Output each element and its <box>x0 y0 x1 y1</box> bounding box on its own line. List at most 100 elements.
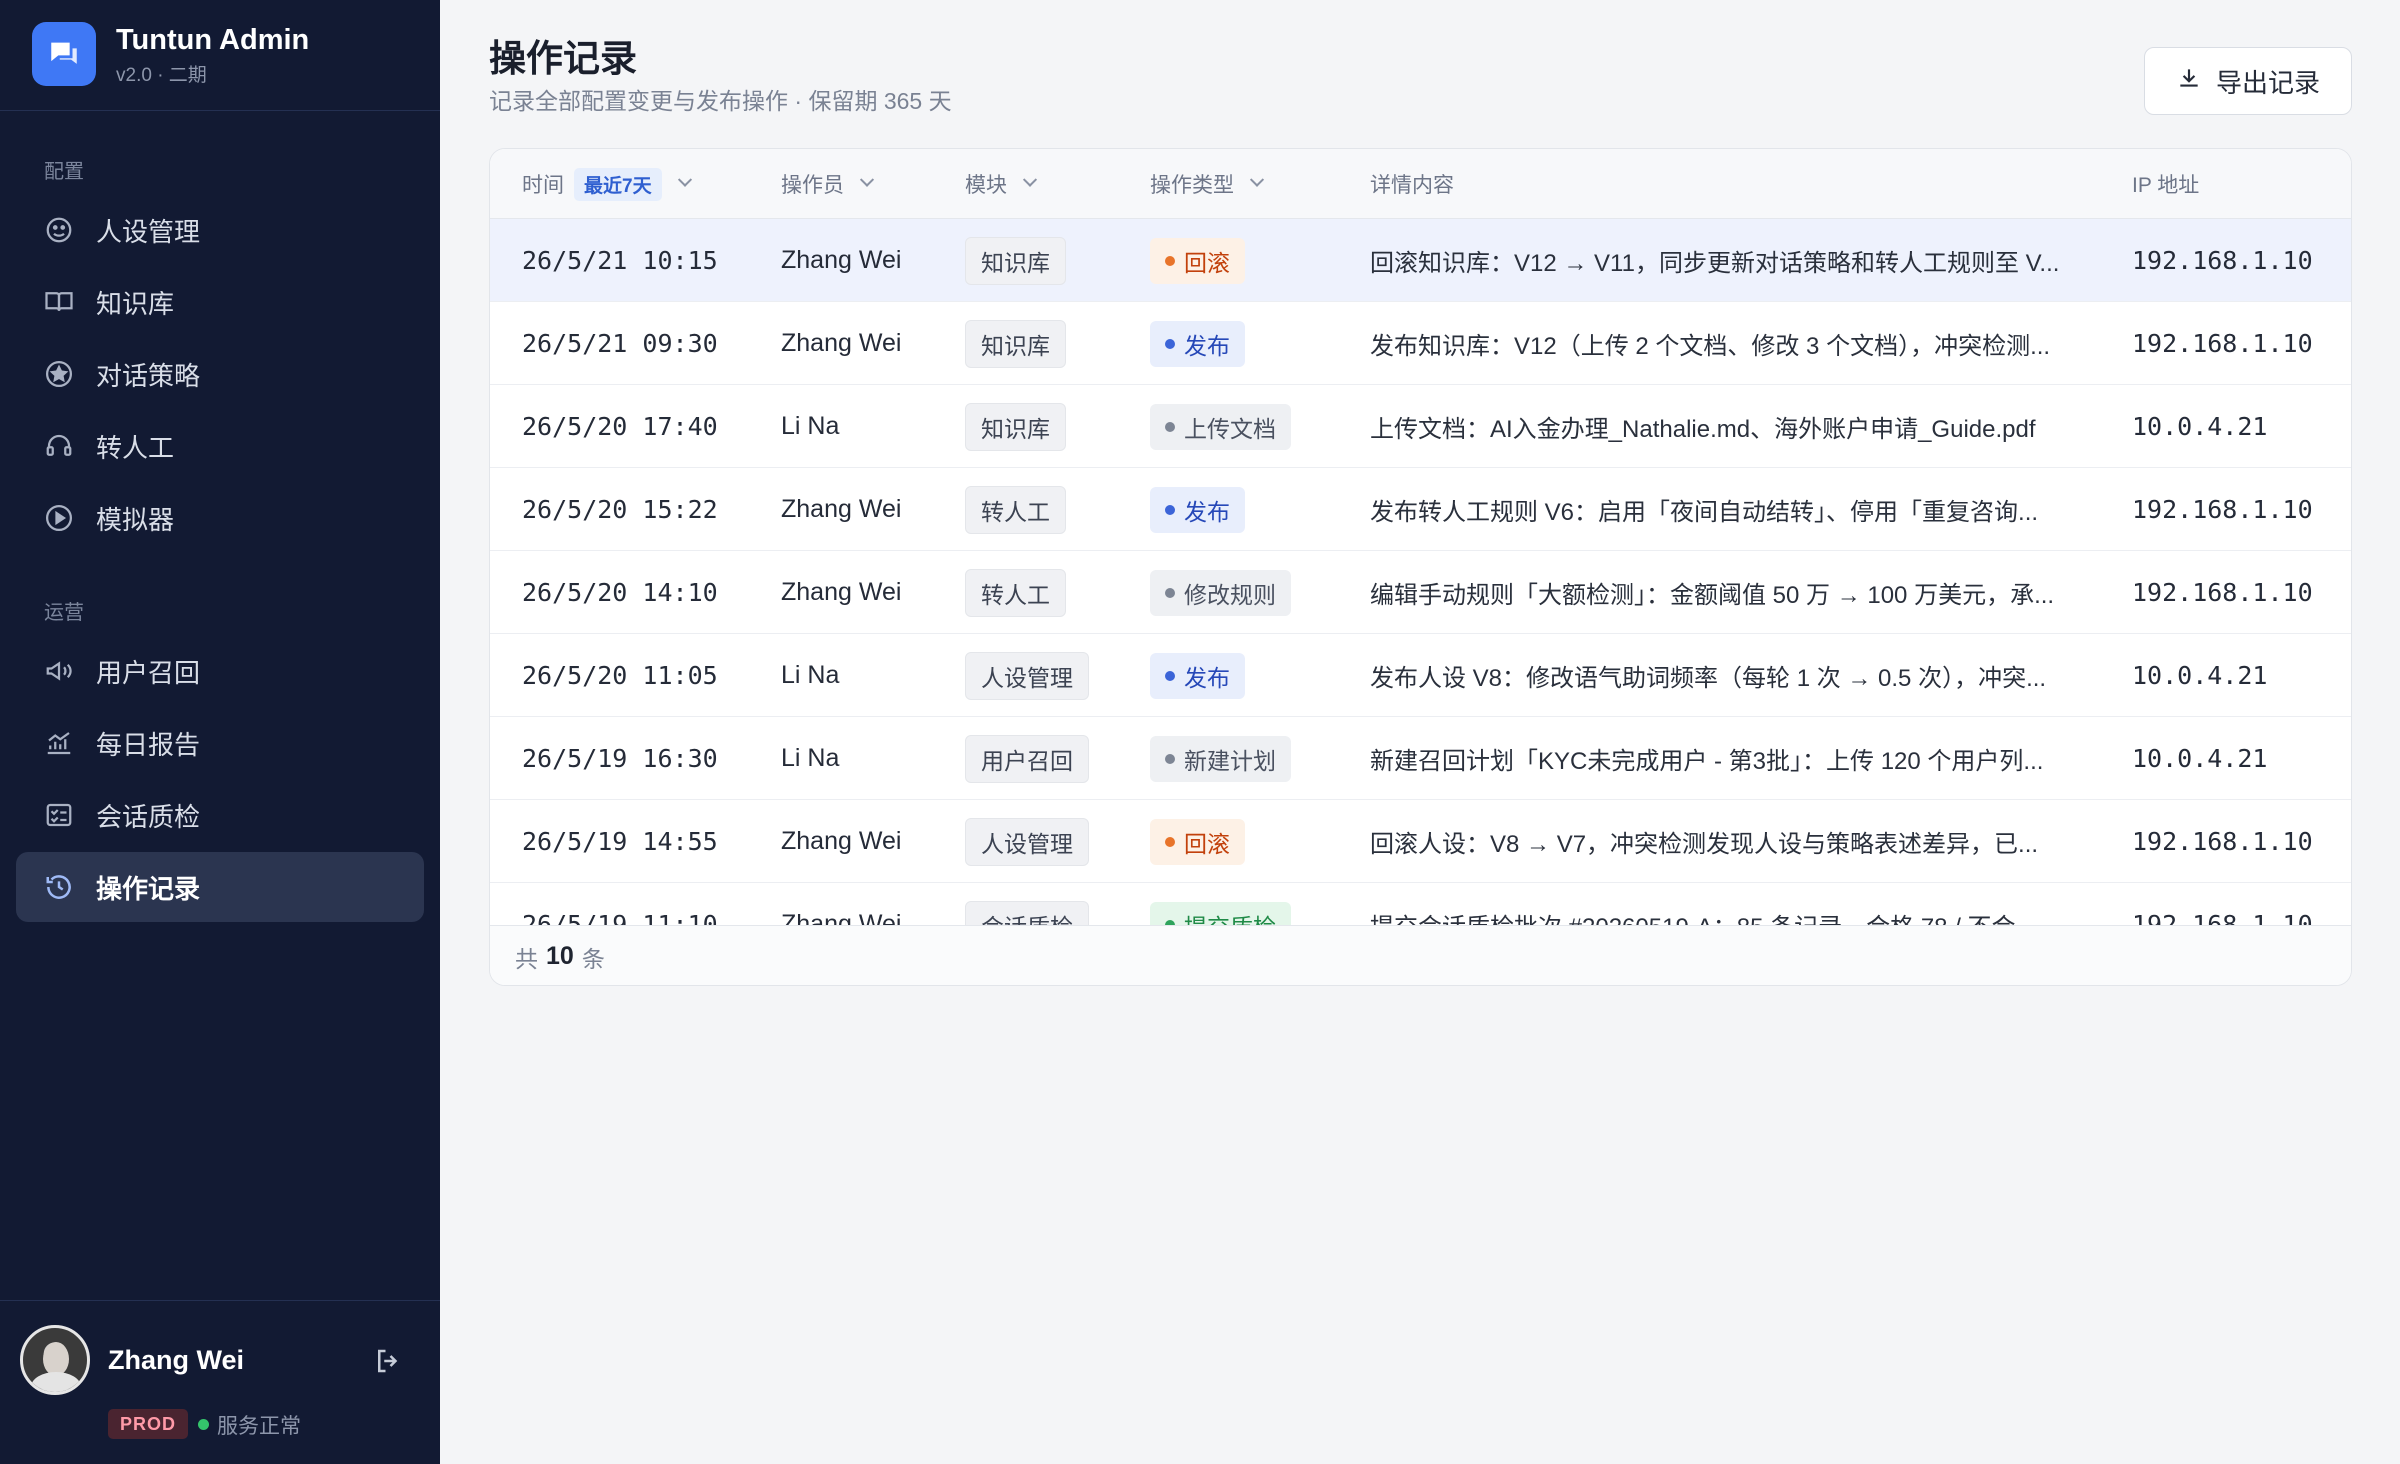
chevron-down-icon[interactable] <box>677 172 692 187</box>
sidebar-item-daily-report[interactable]: 每日报告 <box>16 708 424 778</box>
type-badge: 提交质检 <box>1150 901 1291 925</box>
cell-operator: Li Na <box>781 385 839 468</box>
cell-module: 知识库 <box>965 302 1066 385</box>
play-icon <box>42 501 76 535</box>
cell-module: 会话质检 <box>965 883 1089 925</box>
type-label: 回滚 <box>1184 830 1230 857</box>
sidebar-item-strategy[interactable]: 对话策略 <box>16 339 424 409</box>
cell-type: 提交质检 <box>1150 883 1291 925</box>
cell-time: 26/5/20 15:22 <box>522 468 718 551</box>
sidebar-item-recall[interactable]: 用户召回 <box>16 636 424 706</box>
star-icon <box>42 357 76 391</box>
module-chip: 会话质检 <box>965 900 1089 925</box>
cell-type: 新建计划 <box>1150 717 1291 800</box>
export-label: 导出记录 <box>2215 67 2320 98</box>
cell-detail-text: 编辑手动规则「大额检测」：金额阈值 50 万 → 100 万美元，承... <box>1370 582 2055 609</box>
cell-ip-text: 192.168.1.10 <box>2132 827 2313 856</box>
cell-type: 回滚 <box>1150 800 1245 883</box>
megaphone-icon <box>42 654 76 688</box>
cell-operator: Zhang Wei <box>781 883 901 925</box>
cell-detail-text: 提交会话质检批次 #20260519-A：85 条记录，合格 78 / 不合..… <box>1370 907 2090 925</box>
history-icon <box>42 870 76 904</box>
module-chip: 知识库 <box>965 402 1066 451</box>
type-badge: 修改规则 <box>1150 569 1291 616</box>
time-filter-chip[interactable]: 最近7天 <box>574 167 662 201</box>
table-row[interactable]: 26/5/20 11:05 Li Na 人设管理 发布 发布人设 V8：修改语气助词频率… <box>490 634 2351 717</box>
headset-icon <box>42 429 76 463</box>
cell-operator: Zhang Wei <box>781 800 901 883</box>
sidebar-item-persona[interactable]: 人设管理 <box>16 195 424 265</box>
footer-prefix: 共 <box>515 945 538 972</box>
table-header: 时间 最近7天 操作员 模块 操作类型 详情内容 IP 地址 <box>490 149 2351 219</box>
cell-operator: Zhang Wei <box>781 468 901 551</box>
type-label: 发布 <box>1184 498 1230 525</box>
cell-time: 26/5/19 14:55 <box>522 800 718 883</box>
cell-ip-text: 192.168.1.10 <box>2132 246 2313 275</box>
cell-detail: 回滚人设：V8 → V7，冲突检测发现人设与策略表述差异，已... <box>1370 800 2090 883</box>
type-label: 回滚 <box>1184 249 1230 276</box>
cell-time-text: 26/5/19 11:10 <box>522 910 718 925</box>
section-label-config: 配置 <box>44 161 84 183</box>
sidebar-item-handoff[interactable]: 转人工 <box>16 411 424 481</box>
cell-time: 26/5/20 17:40 <box>522 385 718 468</box>
cell-detail: 上传文档：AI入金办理_Nathalie.md、海外账户申请_Guide.pdf <box>1370 385 2090 468</box>
cell-detail: 新建召回计划「KYC未完成用户 - 第3批」：上传 120 个用户列... <box>1370 717 2090 800</box>
table-row[interactable]: 26/5/21 10:15 Zhang Wei 知识库 回滚 回滚知识库：V12 → V… <box>490 219 2351 302</box>
sidebar-item-label: 会话质检 <box>96 801 201 832</box>
sidebar-item-label: 转人工 <box>96 432 175 463</box>
status-dot-icon <box>1165 670 1175 681</box>
cell-module: 用户召回 <box>965 717 1089 800</box>
column-operator[interactable]: 操作员 <box>781 149 875 219</box>
table-row[interactable]: 26/5/20 15:22 Zhang Wei 转人工 发布 发布转人工规则 V6：启用… <box>490 468 2351 551</box>
logout-icon[interactable] <box>368 1341 408 1381</box>
cell-operator-text: Zhang Wei <box>781 910 902 925</box>
type-label: 发布 <box>1184 332 1230 359</box>
sidebar-item-label: 模拟器 <box>96 504 175 535</box>
table-footer: 共 10 条 <box>490 925 2351 985</box>
column-ip: IP 地址 <box>2132 149 2199 219</box>
column-module[interactable]: 模块 <box>965 149 1038 219</box>
cell-type: 发布 <box>1150 634 1245 717</box>
cell-ip: 10.0.4.21 <box>2132 717 2267 800</box>
type-badge: 回滚 <box>1150 237 1245 284</box>
env-badge: PROD <box>108 1409 189 1439</box>
sidebar-item-simulator[interactable]: 模拟器 <box>16 483 424 553</box>
status-dot-icon <box>1165 504 1175 515</box>
cell-module: 转人工 <box>965 551 1066 634</box>
cell-operator-text: Zhang Wei <box>781 495 902 523</box>
table-row[interactable]: 26/5/19 16:30 Li Na 用户召回 新建计划 新建召回计划「KYC未完成用… <box>490 717 2351 800</box>
table-row[interactable]: 26/5/19 11:10 Zhang Wei 会话质检 提交质检 提交会话质检批次 #… <box>490 883 2351 925</box>
cell-time-text: 26/5/20 14:10 <box>522 578 718 607</box>
sidebar-item-qa[interactable]: 会话质检 <box>16 780 424 850</box>
column-label: 操作员 <box>781 174 844 197</box>
table-body: 26/5/21 10:15 Zhang Wei 知识库 回滚 回滚知识库：V12 → V… <box>490 219 2351 925</box>
type-badge: 回滚 <box>1150 818 1245 865</box>
column-time[interactable]: 时间 最近7天 <box>522 149 692 219</box>
table-row[interactable]: 26/5/19 14:55 Zhang Wei 人设管理 回滚 回滚人设：V8 → V7… <box>490 800 2351 883</box>
type-badge: 上传文档 <box>1150 403 1291 450</box>
avatar[interactable] <box>20 1325 90 1395</box>
cell-time: 26/5/21 09:30 <box>522 302 718 385</box>
table-row[interactable]: 26/5/20 17:40 Li Na 知识库 上传文档 上传文档：AI入金办理_Nat… <box>490 385 2351 468</box>
cell-time-text: 26/5/19 16:30 <box>522 744 718 773</box>
sidebar-item-knowledge[interactable]: 知识库 <box>16 267 424 337</box>
chevron-down-icon[interactable] <box>859 172 875 187</box>
cell-time: 26/5/20 11:05 <box>522 634 718 717</box>
status-dot-icon <box>1165 338 1175 349</box>
chevron-down-icon[interactable] <box>1249 172 1265 187</box>
cell-operator: Zhang Wei <box>781 551 901 634</box>
table-row[interactable]: 26/5/20 14:10 Zhang Wei 转人工 修改规则 编辑手动规则「大额检测… <box>490 551 2351 634</box>
sidebar: Tuntun Admin v2.0 · 二期 配置 人设管理 知识库 对话策略 … <box>0 0 440 1464</box>
column-label: 详情内容 <box>1370 174 1454 197</box>
status-dot-icon <box>1165 753 1175 764</box>
download-icon <box>2176 65 2202 98</box>
table-row[interactable]: 26/5/21 09:30 Zhang Wei 知识库 发布 发布知识库：V12（上传 … <box>490 302 2351 385</box>
user-name: Zhang Wei <box>108 1345 245 1375</box>
sidebar-item-audit-log[interactable]: 操作记录 <box>16 852 424 922</box>
cell-detail-text: 新建召回计划「KYC未完成用户 - 第3批」：上传 120 个用户列... <box>1370 748 2044 775</box>
column-type[interactable]: 操作类型 <box>1150 149 1265 219</box>
chevron-down-icon[interactable] <box>1022 172 1038 187</box>
cell-operator-text: Li Na <box>781 744 840 772</box>
cell-operator: Zhang Wei <box>781 302 901 385</box>
export-button[interactable]: 导出记录 <box>2144 47 2352 115</box>
